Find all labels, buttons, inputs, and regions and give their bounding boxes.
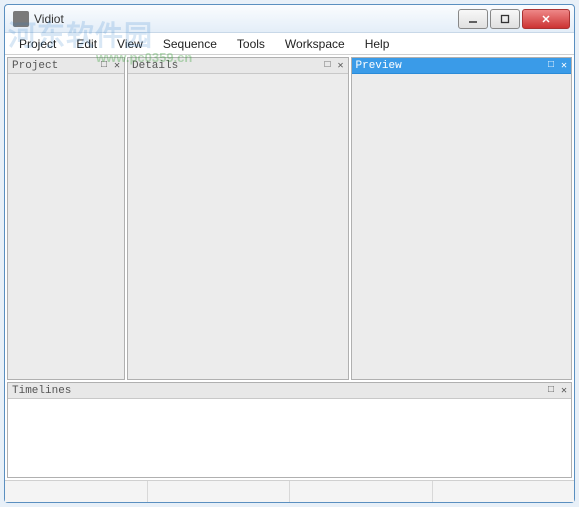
menu-project[interactable]: Project <box>9 35 66 53</box>
menu-workspace[interactable]: Workspace <box>275 35 355 53</box>
timelines-panel-title: Timelines <box>12 385 546 397</box>
menu-tools[interactable]: Tools <box>227 35 275 53</box>
menu-sequence[interactable]: Sequence <box>153 35 227 53</box>
close-icon <box>541 14 551 24</box>
app-window: Vidiot Project Edit View Sequence Tools … <box>4 4 575 503</box>
project-panel-restore-icon[interactable]: □ <box>99 61 109 71</box>
titlebar: Vidiot <box>5 5 574 33</box>
workspace: Project □ ✕ Details □ ✕ <box>5 55 574 480</box>
close-button[interactable] <box>522 9 570 29</box>
details-panel-title: Details <box>132 60 323 72</box>
preview-panel-header[interactable]: Preview □ ✕ <box>352 58 572 74</box>
statusbar <box>5 480 574 502</box>
project-panel-body[interactable] <box>8 74 124 379</box>
timelines-panel-body[interactable] <box>8 399 571 477</box>
window-title: Vidiot <box>34 12 458 26</box>
status-cell-3 <box>290 481 433 502</box>
project-panel-header[interactable]: Project □ ✕ <box>8 58 124 74</box>
minimize-button[interactable] <box>458 9 488 29</box>
timelines-panel-header[interactable]: Timelines □ ✕ <box>8 383 571 399</box>
status-cell-2 <box>148 481 291 502</box>
details-panel-restore-icon[interactable]: □ <box>323 61 333 71</box>
status-cell-1 <box>5 481 148 502</box>
project-panel: Project □ ✕ <box>7 57 125 380</box>
top-panels-row: Project □ ✕ Details □ ✕ <box>7 57 572 380</box>
menu-view[interactable]: View <box>107 35 153 53</box>
details-panel: Details □ ✕ <box>127 57 349 380</box>
timelines-panel-restore-icon[interactable]: □ <box>546 386 556 396</box>
preview-panel-restore-icon[interactable]: □ <box>546 61 556 71</box>
menubar: Project Edit View Sequence Tools Workspa… <box>5 33 574 55</box>
details-panel-close-icon[interactable]: ✕ <box>336 61 346 71</box>
menu-help[interactable]: Help <box>355 35 400 53</box>
timelines-panel: Timelines □ ✕ <box>7 382 572 478</box>
project-panel-close-icon[interactable]: ✕ <box>112 61 122 71</box>
preview-panel-body[interactable] <box>352 74 572 379</box>
details-panel-header[interactable]: Details □ ✕ <box>128 58 348 74</box>
project-panel-title: Project <box>12 60 99 72</box>
maximize-icon <box>500 14 510 24</box>
app-icon <box>13 11 29 27</box>
details-panel-body[interactable] <box>128 74 348 379</box>
preview-panel: Preview □ ✕ <box>351 57 573 380</box>
window-controls <box>458 9 570 29</box>
maximize-button[interactable] <box>490 9 520 29</box>
timelines-panel-close-icon[interactable]: ✕ <box>559 386 569 396</box>
preview-panel-title: Preview <box>356 60 547 72</box>
menu-edit[interactable]: Edit <box>66 35 107 53</box>
preview-panel-close-icon[interactable]: ✕ <box>559 61 569 71</box>
status-cell-4 <box>433 481 575 502</box>
minimize-icon <box>468 14 478 24</box>
